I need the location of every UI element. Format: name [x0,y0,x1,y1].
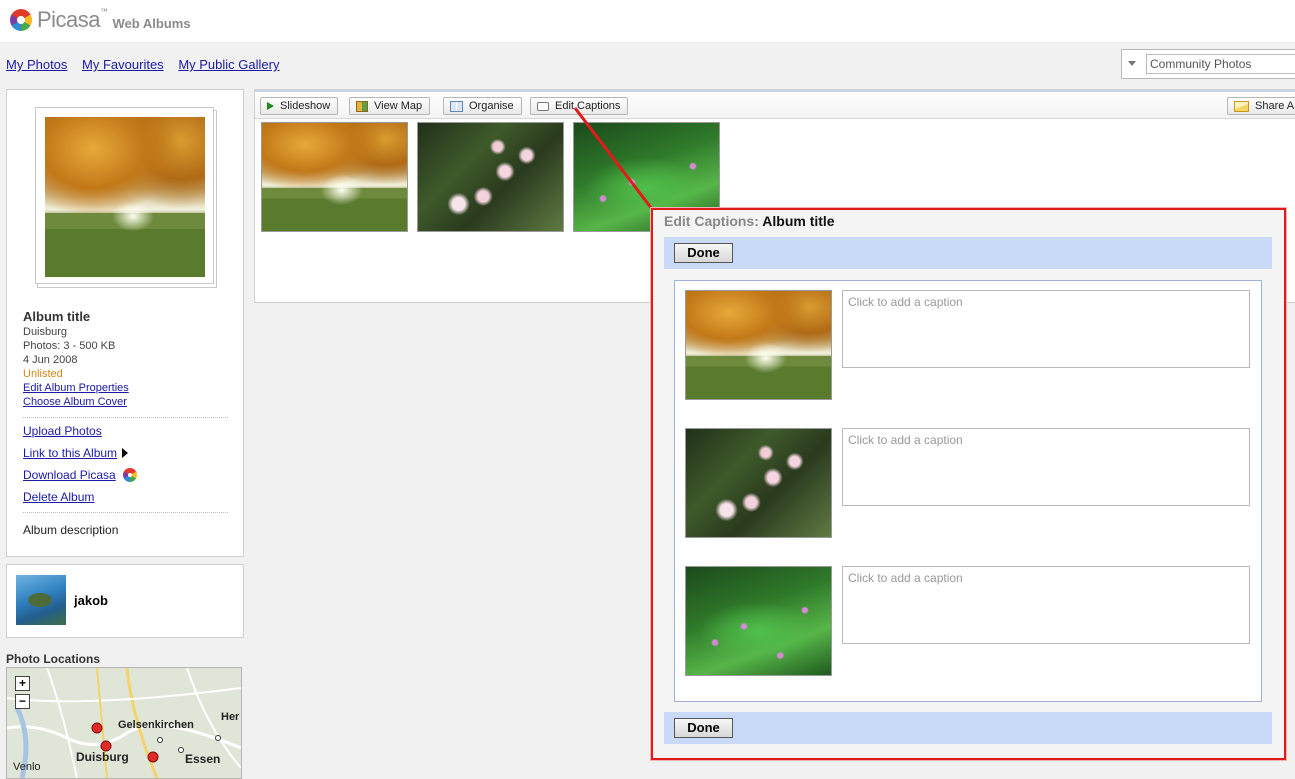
caption-photo [685,290,832,400]
organise-icon [450,100,463,112]
nav-my-public-gallery[interactable]: My Public Gallery [178,57,279,72]
delete-album-link[interactable]: Delete Album [23,490,94,504]
map-label-gelsenkirchen: Gelsenkirchen [118,719,194,731]
picasa-small-icon [122,468,137,482]
top-nav: My Photos My Favourites My Public Galler… [6,57,290,72]
chevron-down-icon[interactable] [1128,61,1136,66]
mail-icon [1234,100,1249,112]
album-info-panel: Album title Duisburg Photos: 3 - 500 KB … [6,89,244,557]
album-location: Duisburg [23,326,68,338]
community-search[interactable]: Community Photos [1121,49,1295,79]
album-title: Album title [23,309,91,324]
divider [23,417,228,418]
play-icon [267,102,274,110]
caption-list: Click to add a caption Click to add a ca… [674,280,1262,702]
photo-thumbnail[interactable] [261,122,408,232]
view-map-button[interactable]: View Map [349,97,431,115]
map-label-essen: Essen [185,752,221,766]
view-map-label: View Map [374,100,423,112]
map-icon [356,100,368,112]
caption-row: Click to add a caption [685,290,1255,400]
map-label-her: Her [221,711,240,723]
done-button-bottom[interactable]: Done [674,718,733,738]
caption-row: Click to add a caption [685,428,1255,538]
dialog-top-bar: Done [664,237,1272,269]
album-details: Album title Duisburg Photos: 3 - 500 KB … [23,310,228,537]
edit-captions-label: Edit Captions [555,100,621,112]
album-date: 4 Jun 2008 [23,354,78,366]
caption-photo [685,566,832,676]
community-search-input[interactable]: Community Photos [1146,54,1295,74]
caption-row: Click to add a caption [685,566,1255,676]
organise-button[interactable]: Organise [443,97,522,115]
dialog-album-title: Album title [762,213,835,229]
album-cover[interactable] [35,107,217,288]
expand-arrow-icon[interactable] [122,448,129,458]
photo-locations-map[interactable]: + − Gelsenkirchen Her Duisburg Essen Ven… [6,667,242,779]
edit-album-properties-link[interactable]: Edit Album Properties [23,381,228,395]
header: Picasa™ Web Albums [0,0,1295,42]
avatar[interactable] [16,575,66,625]
user-name[interactable]: jakob [74,593,108,608]
share-label: Share A [1255,100,1295,112]
dialog-title: Edit Captions: Album title [664,213,835,229]
organise-label: Organise [469,100,514,112]
caption-input[interactable]: Click to add a caption [842,428,1250,506]
logo-name: Picasa™ [37,7,108,32]
album-photo-count: Photos: 3 - 500 KB [23,340,116,352]
nav-my-photos[interactable]: My Photos [6,57,67,72]
album-description: Album description [23,523,119,537]
map-label-duisburg: Duisburg [76,750,129,764]
done-button-top[interactable]: Done [674,243,733,263]
upload-photos-link[interactable]: Upload Photos [23,424,102,438]
caption-input[interactable]: Click to add a caption [842,566,1250,644]
edit-captions-dialog: Edit Captions: Album title Done Click to… [651,208,1286,760]
picasa-logo-icon [10,9,32,31]
caption-icon [537,101,549,111]
dialog-bottom-bar: Done [664,712,1272,744]
picasa-logo[interactable]: Picasa™ Web Albums [10,7,191,33]
photo-thumbnail[interactable] [417,122,564,232]
map-label-venlo: Venlo [13,761,41,773]
slideshow-label: Slideshow [280,100,331,112]
photo-locations-title: Photo Locations [6,652,100,666]
divider [23,512,228,513]
caption-input[interactable]: Click to add a caption [842,290,1250,368]
caption-photo [685,428,832,538]
album-visibility: Unlisted [23,368,63,380]
nav-my-favourites[interactable]: My Favourites [82,57,164,72]
download-picasa-link[interactable]: Download Picasa [23,468,116,482]
map-zoom-out-button[interactable]: − [15,694,30,709]
dialog-title-prefix: Edit Captions: [664,213,759,229]
cover-front [35,107,214,284]
edit-captions-button[interactable]: Edit Captions [530,97,629,115]
choose-album-cover-link[interactable]: Choose Album Cover [23,395,228,409]
album-cover-image[interactable] [45,117,205,277]
album-toolbar: Slideshow View Map Organise Edit Caption… [255,90,1295,119]
link-to-album-link[interactable]: Link to this Album [23,446,117,460]
slideshow-button[interactable]: Slideshow [260,97,339,115]
map-zoom-in-button[interactable]: + [15,676,30,691]
share-album-button[interactable]: Share A [1227,97,1295,115]
logo-subtitle: Web Albums [112,15,191,31]
album-actions: Upload Photos Link to this Album Downloa… [23,424,228,504]
user-panel: jakob [6,564,244,638]
